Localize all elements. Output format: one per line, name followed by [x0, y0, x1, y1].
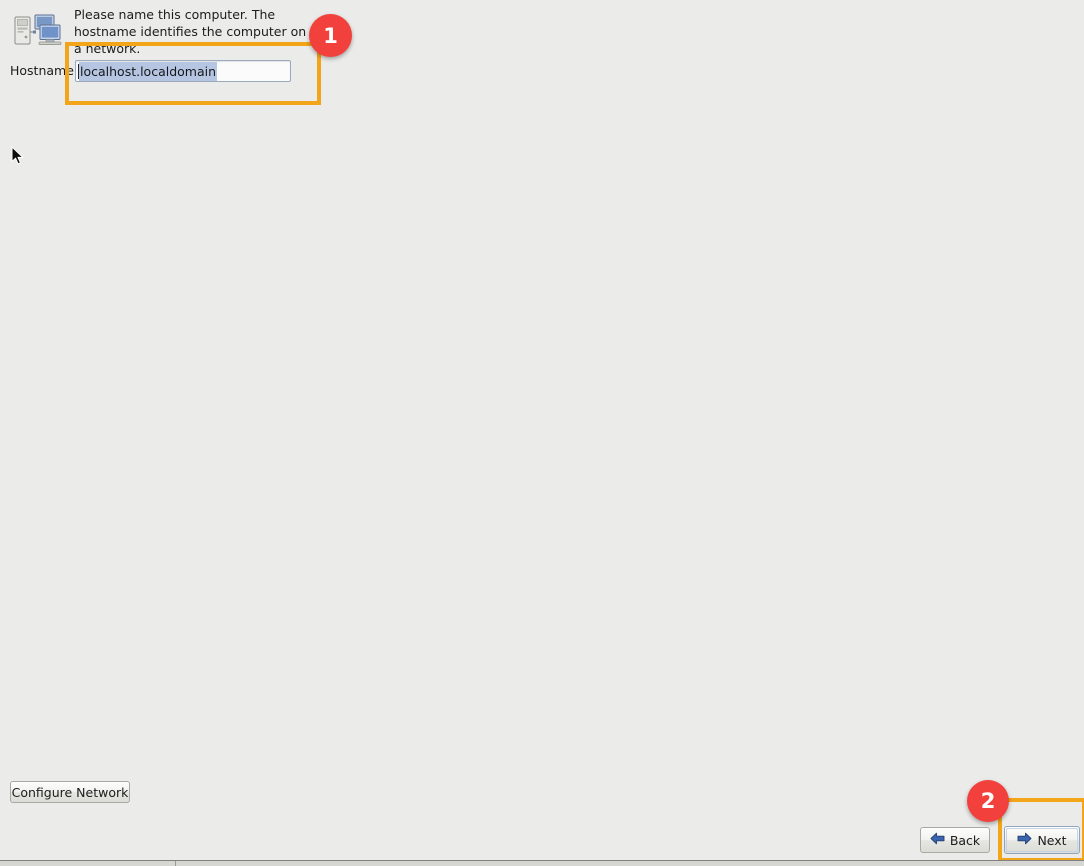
arrow-right-icon	[1017, 832, 1032, 848]
configure-network-button[interactable]: Configure Network	[10, 781, 130, 803]
instruction-text: Please name this computer. The hostname …	[74, 7, 307, 56]
configure-network-label: Configure Network	[11, 784, 129, 800]
panel-divider	[175, 861, 176, 866]
arrow-left-icon	[930, 832, 945, 848]
step-badge-1: 1	[309, 14, 352, 57]
hostname-label: Hostname:	[10, 63, 79, 78]
back-button-label: Back	[949, 832, 981, 848]
step-badge-2: 2	[967, 780, 1009, 822]
hostname-input-value: localhost.localdomain	[79, 61, 218, 81]
next-button-label: Next	[1037, 832, 1067, 848]
back-button[interactable]: Back	[920, 827, 990, 853]
hostname-input[interactable]: localhost.localdomain	[75, 60, 291, 82]
network-computers-icon	[14, 13, 62, 47]
bottom-panel	[0, 861, 1084, 866]
next-button[interactable]: Next	[1004, 826, 1080, 854]
mouse-pointer-icon	[11, 145, 25, 166]
